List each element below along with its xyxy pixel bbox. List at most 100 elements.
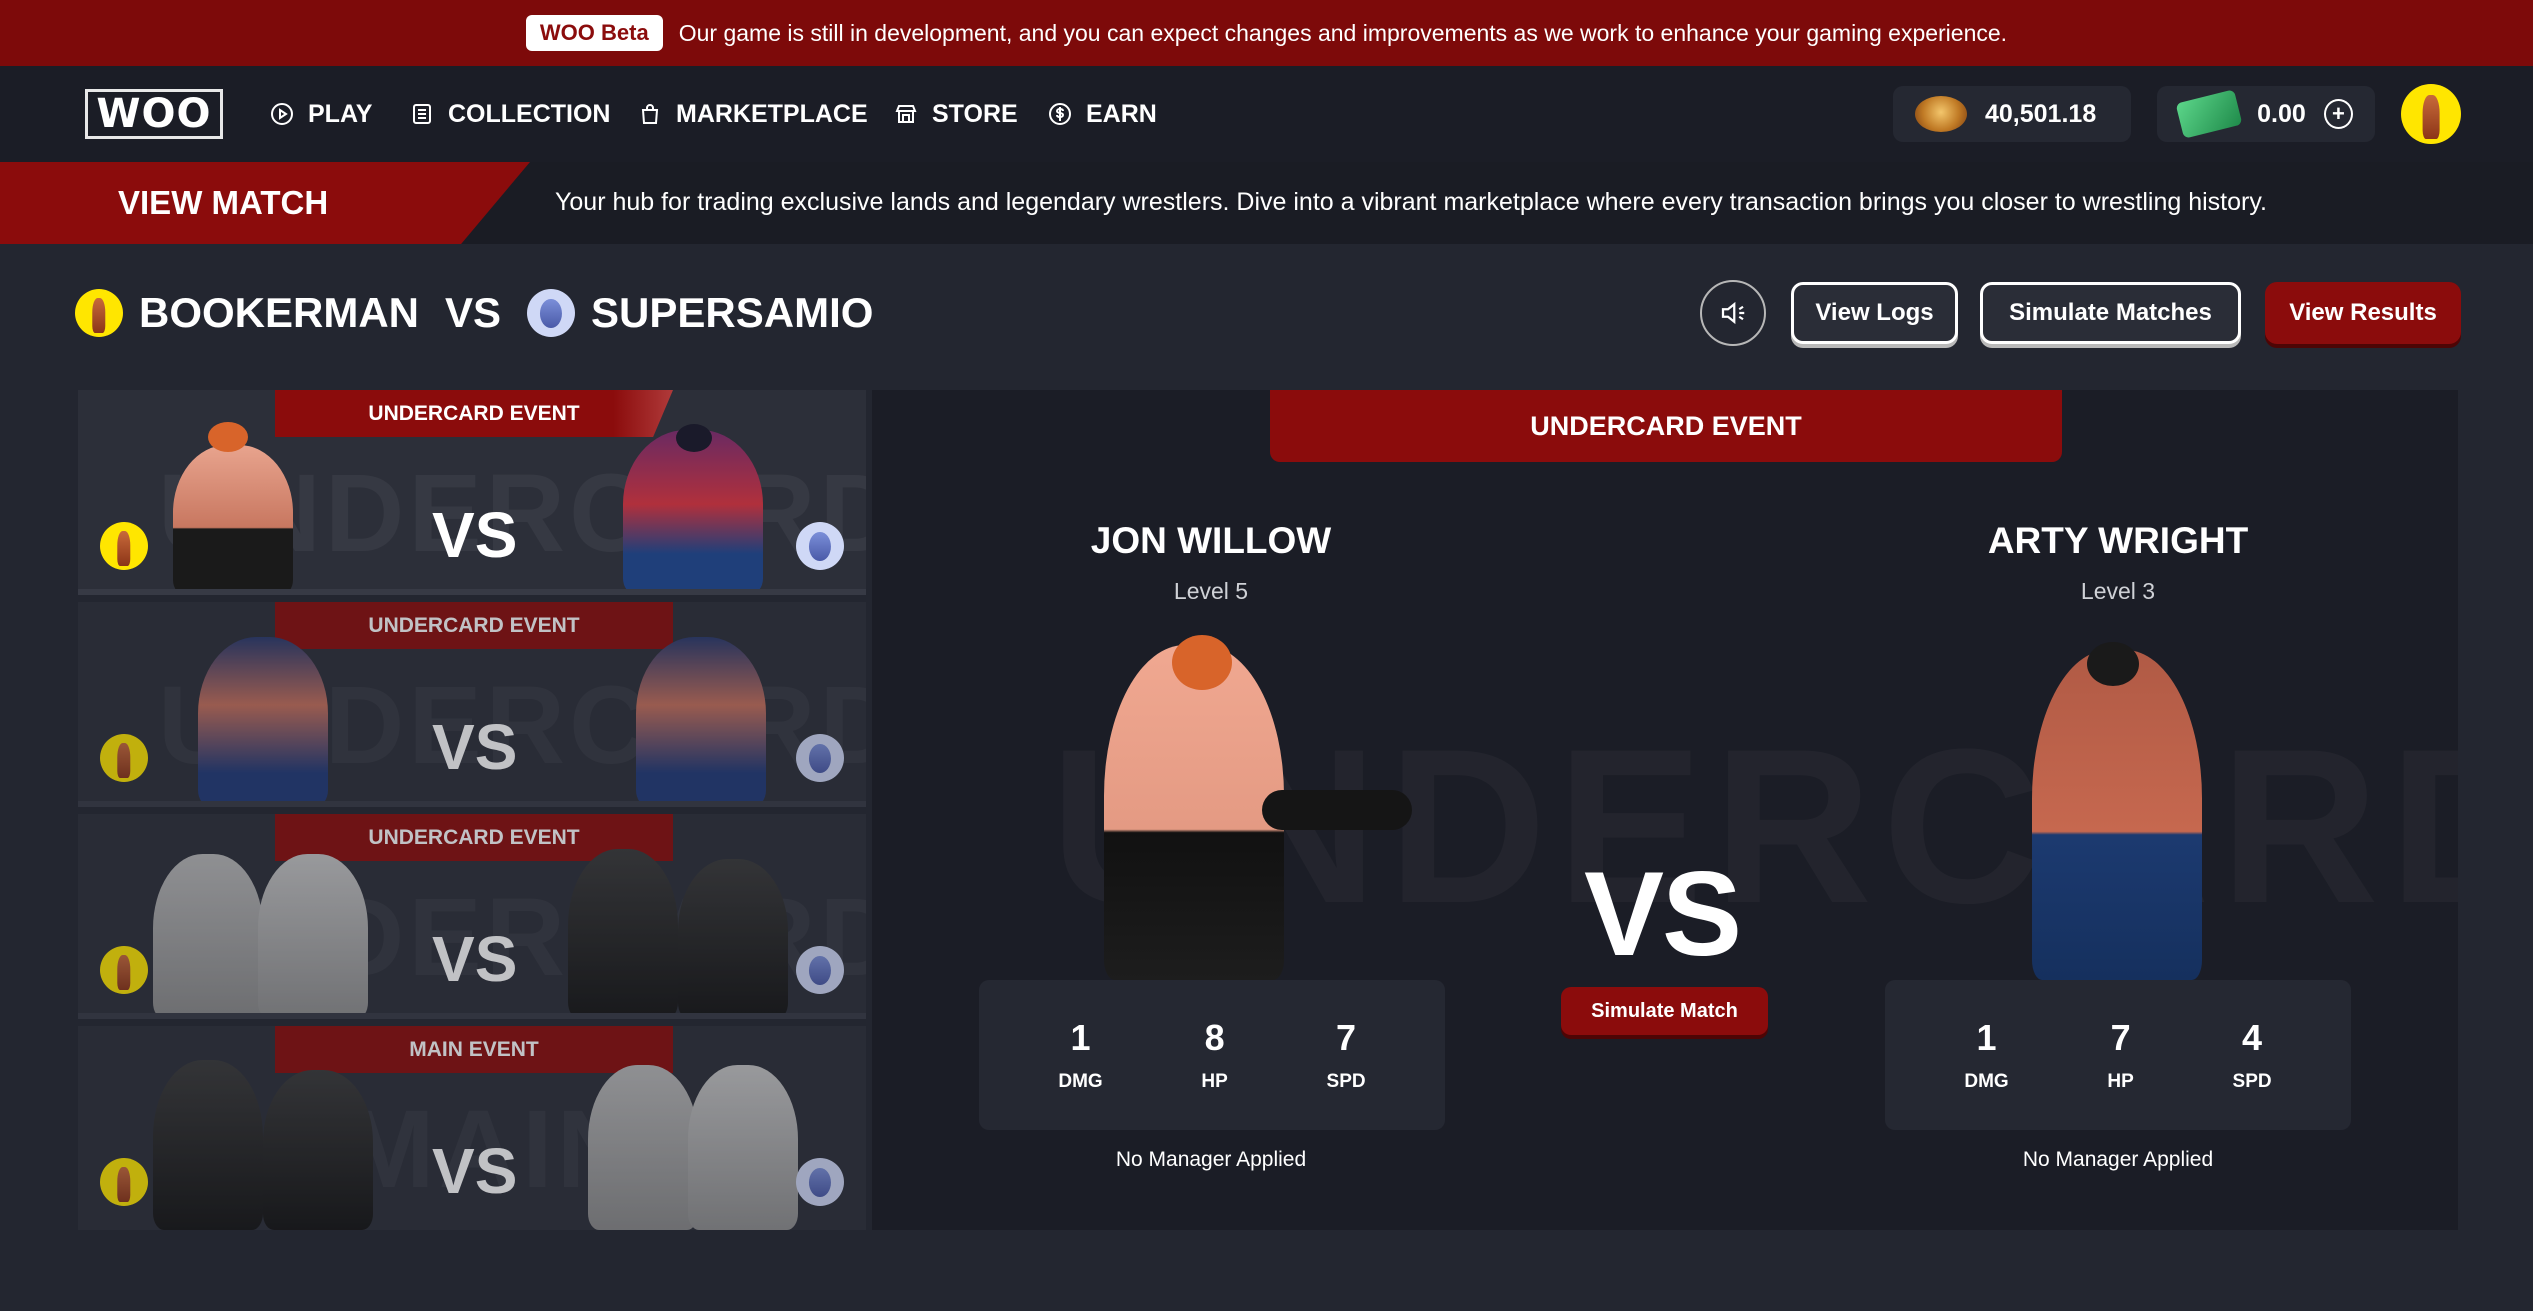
nav-collection-label: COLLECTION (448, 99, 611, 128)
sound-toggle-button[interactable] (1700, 280, 1766, 346)
stat-label: DMG (1964, 1071, 2009, 1092)
card-player2-avatar (796, 734, 844, 782)
card-player1-avatar (100, 1158, 148, 1206)
wrestler-image (258, 854, 368, 1019)
left-manager-status: No Manager Applied (1115, 1148, 1307, 1171)
matchup-vs: VS (445, 289, 502, 336)
stat-value: 7 (1336, 1017, 1357, 1058)
right-manager-status: No Manager Applied (2022, 1148, 2214, 1171)
match-card-2[interactable]: UNDERCARD UNDERCARD EVENT VS (78, 602, 866, 807)
right-fighter-stats: 1 DMG 7 HP 4 SPD (1885, 980, 2351, 1130)
wrestler-hair (208, 422, 248, 452)
wrestler-hair (676, 424, 712, 452)
right-fighter-image (2032, 650, 2202, 980)
card-event-label: UNDERCARD EVENT (275, 602, 673, 649)
dollar-circle-icon (1049, 103, 1071, 125)
stat-label: HP (1201, 1071, 1228, 1092)
page-title: VIEW MATCH (118, 184, 329, 221)
shopping-bag-icon (641, 104, 659, 124)
nav-collection[interactable]: COLLECTION (410, 96, 611, 132)
left-fighter-hair (1172, 635, 1232, 690)
wrestler-image (173, 445, 293, 595)
card-event-label: UNDERCARD EVENT (275, 390, 673, 437)
stat-dmg: 1 DMG (1058, 1017, 1102, 1093)
left-fighter-level: Level 5 (1173, 578, 1249, 604)
right-fighter-hair (2087, 642, 2139, 686)
view-match-bar: VIEW MATCH Your hub for trading exclusiv… (0, 162, 2533, 244)
stat-value: 1 (1070, 1017, 1091, 1058)
card-vs: VS (432, 1135, 518, 1207)
nav-store-label: STORE (932, 99, 1018, 128)
match-card-1[interactable]: UNDERCARD UNDERCARD EVENT VS (78, 390, 866, 595)
card-vs: VS (432, 499, 518, 571)
nav-store[interactable]: STORE (894, 96, 1018, 132)
card-vs: VS (432, 923, 518, 995)
belt-balance: 40,501.18 (1893, 86, 2131, 142)
simulate-match-button[interactable]: Simulate Match (1561, 987, 1768, 1035)
nav-play-label: PLAY (308, 99, 373, 128)
right-fighter-name: ARTY WRIGHT (1987, 520, 2249, 561)
card-divider (78, 801, 866, 807)
wrestler-image (153, 854, 263, 1019)
wrestler-image (198, 637, 328, 807)
player2-avatar (527, 289, 576, 337)
wrestler-image (588, 1065, 698, 1230)
stat-spd: 4 SPD (2233, 1017, 2272, 1093)
stat-value: 1 (1976, 1017, 1997, 1058)
player1-name: BOOKERMAN (139, 289, 419, 336)
nav-earn[interactable]: EARN (1048, 96, 1157, 132)
cash-balance: 0.00 + (2157, 86, 2375, 142)
nav-marketplace[interactable]: MARKETPLACE (638, 96, 868, 132)
woo-logo[interactable]: WOO (85, 89, 223, 139)
card-divider (78, 589, 866, 595)
right-fighter-level: Level 3 (2080, 578, 2156, 604)
detail-vs: VS (1584, 847, 1742, 981)
matchup-heading: BOOKERMAN VS SUPERSAMIO (75, 285, 873, 341)
stat-label: SPD (1326, 1071, 1366, 1092)
banner-message: Our game is still in development, and yo… (678, 19, 2008, 46)
card-player1-avatar (100, 946, 148, 994)
stat-label: SPD (2232, 1071, 2272, 1092)
view-results-button[interactable]: View Results (2265, 282, 2461, 344)
card-player2-avatar (796, 946, 844, 994)
stat-hp: 7 HP (2107, 1017, 2133, 1093)
match-card-4[interactable]: MAIN MAIN EVENT VS (78, 1026, 866, 1230)
top-nav: WOO PLAY COLLECTION MARKETPLACE STORE EA… (0, 66, 2533, 162)
match-detail-panel: UNDERCARD UNDERCARD EVENT JON WILLOW Lev… (872, 390, 2458, 1230)
championship-belt-icon (1915, 96, 1967, 132)
left-fighter-image (1104, 645, 1284, 980)
stat-value: 4 (2242, 1017, 2263, 1058)
wrestler-image (688, 1065, 798, 1230)
card-player1-avatar (100, 522, 148, 570)
plus-icon[interactable]: + (2323, 99, 2353, 129)
player1-avatar (75, 289, 123, 337)
player2-name: SUPERSAMIO (591, 289, 874, 336)
stat-label: HP (2107, 1071, 2134, 1092)
stat-label: DMG (1058, 1071, 1103, 1092)
card-player2-avatar (796, 522, 844, 570)
card-event-label: MAIN EVENT (275, 1026, 673, 1073)
user-avatar[interactable] (2401, 84, 2461, 144)
store-icon (895, 105, 917, 123)
play-circle-icon (271, 103, 293, 125)
card-player2-avatar (796, 1158, 844, 1206)
belt-balance-value: 40,501.18 (1985, 99, 2097, 128)
detail-event-label: UNDERCARD EVENT (1270, 390, 2062, 462)
stat-spd: 7 SPD (1327, 1017, 1366, 1093)
page-description: Your hub for trading exclusive lands and… (555, 188, 2267, 216)
view-logs-button[interactable]: View Logs (1791, 282, 1958, 344)
nav-marketplace-label: MARKETPLACE (676, 99, 868, 128)
wrestler-image (153, 1060, 263, 1230)
beta-badge: WOO Beta (525, 15, 663, 51)
stat-value: 8 (1204, 1017, 1225, 1058)
left-fighter-arm (1262, 790, 1412, 830)
speaker-icon (1721, 301, 1745, 325)
card-player1-avatar (100, 734, 148, 782)
list-icon (413, 104, 431, 124)
nav-play[interactable]: PLAY (270, 96, 372, 132)
stat-hp: 8 HP (1201, 1017, 1227, 1093)
simulate-matches-button[interactable]: Simulate Matches (1980, 282, 2241, 344)
match-card-3[interactable]: UNDERCARD UNDERCARD EVENT VS (78, 814, 866, 1019)
wrestler-image (678, 859, 788, 1019)
card-divider (78, 1013, 866, 1019)
